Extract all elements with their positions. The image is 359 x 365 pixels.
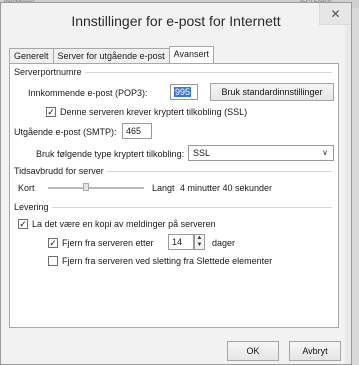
advanced-panel: Serverportnumre Innkommende e-post (POP3… xyxy=(9,63,339,328)
days-label: dager xyxy=(212,238,236,248)
timeout-short-label: Kort xyxy=(18,183,35,193)
timeout-long-label: Langt xyxy=(152,183,175,193)
check-icon: ✓ xyxy=(47,107,55,117)
leave-copy-label: La det være en kopi av meldinger på serv… xyxy=(32,219,216,229)
delivery-divider xyxy=(14,207,332,208)
title-bar: Innstillinger for e-post for Internett xyxy=(1,3,351,37)
spinner-down-icon[interactable]: ▼ xyxy=(195,242,204,249)
remove-after-days-input[interactable]: 14 xyxy=(168,234,194,250)
encryption-type-select[interactable]: SSL ∨ xyxy=(188,145,334,161)
settings-dialog: Innstillinger for e-post for Internett ✕… xyxy=(0,2,352,365)
dialog-edge xyxy=(345,25,351,364)
outgoing-port-input[interactable]: 465 xyxy=(122,123,152,139)
days-spinner[interactable]: ▲ ▼ xyxy=(194,234,205,250)
server-ports-group-label: Serverportnumre xyxy=(14,67,85,77)
remove-after-checkbox[interactable]: ✓ xyxy=(48,238,58,248)
spinner-up-icon[interactable]: ▲ xyxy=(195,235,204,242)
remove-deleted-checkbox[interactable] xyxy=(48,256,58,266)
chevron-down-icon: ∨ xyxy=(322,148,328,157)
remove-after-label: Fjern fra serveren etter xyxy=(62,238,154,248)
check-icon: ✓ xyxy=(49,238,57,248)
incoming-port-value: 995 xyxy=(174,87,192,97)
cancel-button[interactable]: Avbryt xyxy=(289,341,341,361)
tab-advanced[interactable]: Avansert xyxy=(168,46,214,63)
delivery-group-label: Levering xyxy=(14,202,52,212)
ssl-required-checkbox[interactable]: ✓ xyxy=(46,107,56,117)
timeout-group-label: Tidsavbrudd for server xyxy=(14,166,107,176)
dialog-title: Innstillinger for e-post for Internett xyxy=(71,13,281,29)
outgoing-port-label: Utgående e-post (SMTP): xyxy=(14,127,117,137)
timeout-slider-track[interactable] xyxy=(48,187,144,189)
incoming-port-input[interactable]: 995 xyxy=(170,84,198,100)
ssl-required-label: Denne serveren krever kryptert tilkoblin… xyxy=(60,107,248,117)
close-icon: ✕ xyxy=(330,6,341,21)
remove-deleted-label: Fjern fra serveren ved sletting fra Slet… xyxy=(62,256,273,266)
use-defaults-button[interactable]: Bruk standardinnstillinger xyxy=(210,83,334,101)
outgoing-port-value: 465 xyxy=(126,126,142,136)
encryption-type-label: Bruk følgende type kryptert tilkobling: xyxy=(36,149,185,159)
timeout-slider-thumb[interactable] xyxy=(83,183,90,191)
encryption-type-value: SSL xyxy=(193,148,211,158)
tab-outgoing-server[interactable]: Server for utgående e-post xyxy=(52,48,170,63)
incoming-port-label: Innkommende e-post (POP3): xyxy=(28,88,148,98)
ok-button[interactable]: OK xyxy=(227,341,279,361)
timeout-value: 4 minutter 40 sekunder xyxy=(180,183,273,193)
close-button[interactable]: ✕ xyxy=(319,3,351,25)
remove-after-days-value: 14 xyxy=(172,237,183,247)
leave-copy-checkbox[interactable]: ✓ xyxy=(18,219,28,229)
check-icon: ✓ xyxy=(19,219,27,229)
tab-strip: Generelt Server for utgående e-post Avan… xyxy=(9,46,214,63)
tab-general[interactable]: Generelt xyxy=(9,48,54,63)
